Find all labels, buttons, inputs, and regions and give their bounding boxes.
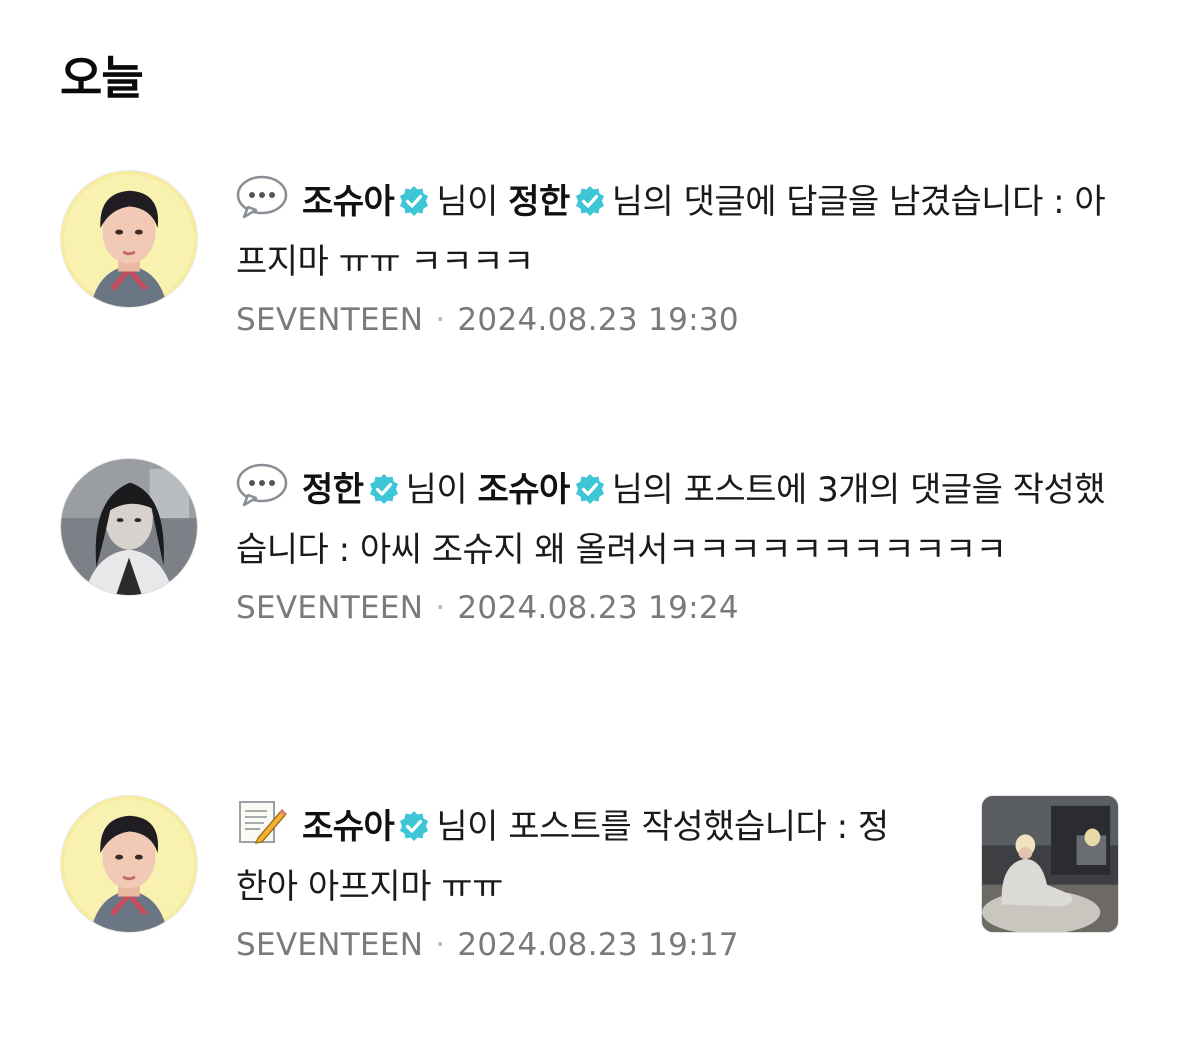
separator-dot: · [435,590,446,626]
verified-badge-icon [574,473,606,505]
verified-badge-icon [368,473,400,505]
avatar[interactable] [60,458,198,596]
speech-balloon-icon [236,175,288,219]
group-name: SEVENTEEN [236,590,424,626]
notification-message: 조슈아 님이 포스트를 작성했습니다 : 정한아 아프지마 ㅠㅠ [236,797,916,917]
notification-message: 정한 님이 조슈아 님의 포스트에 3개의 댓글을 작성했습니다 : 아씨 조슈지 … [236,460,1116,580]
separator-dot: · [435,302,446,338]
group-name: SEVENTEEN [236,302,424,338]
message-text: 님의 포스트에 3개의 댓글을 작성했습니다 : 아씨 조슈지 왜 올려서ㅋㅋㅋ… [236,470,1106,570]
notification-item[interactable]: 정한 님이 조슈아 님의 포스트에 3개의 댓글을 작성했습니다 : 아씨 조슈지 … [0,458,1178,708]
verified-badge-icon [574,185,606,217]
verified-badge-icon [398,185,430,217]
actor-name[interactable]: 조슈아 [302,807,395,847]
notification-message: 조슈아 님이 정한 님의 댓글에 답글을 남겼습니다 : 아프지마 ㅠㅠ ㅋㅋㅋㅋ [236,172,1116,292]
notification-meta: SEVENTEEN · 2024.08.23 19:24 [236,590,1116,626]
target-name[interactable]: 조슈아 [477,470,570,510]
post-thumbnail[interactable] [981,795,1119,933]
notification-item[interactable]: 조슈아 님이 포스트를 작성했습니다 : 정한아 아프지마 ㅠㅠ SEVENTEE… [0,795,1178,995]
timestamp: 2024.08.23 19:17 [457,927,739,963]
actor-name[interactable]: 조슈아 [302,182,395,222]
message-text: 님이 [436,182,498,222]
speech-balloon-icon [236,463,288,507]
section-title: 오늘 [60,51,144,105]
timestamp: 2024.08.23 19:24 [457,590,739,626]
timestamp: 2024.08.23 19:30 [457,302,739,338]
avatar[interactable] [60,795,198,933]
memo-icon [236,800,288,844]
notification-meta: SEVENTEEN · 2024.08.23 19:30 [236,302,1116,338]
avatar[interactable] [60,170,198,308]
target-name[interactable]: 정한 [508,182,570,222]
verified-badge-icon [398,810,430,842]
separator-dot: · [435,927,446,963]
message-text: 님이 [405,470,468,510]
notification-meta: SEVENTEEN · 2024.08.23 19:17 [236,927,916,963]
group-name: SEVENTEEN [236,927,424,963]
notification-item[interactable]: 조슈아 님이 정한 님의 댓글에 답글을 남겼습니다 : 아프지마 ㅠㅠ ㅋㅋㅋㅋ … [0,170,1178,360]
actor-name[interactable]: 정한 [302,470,364,510]
